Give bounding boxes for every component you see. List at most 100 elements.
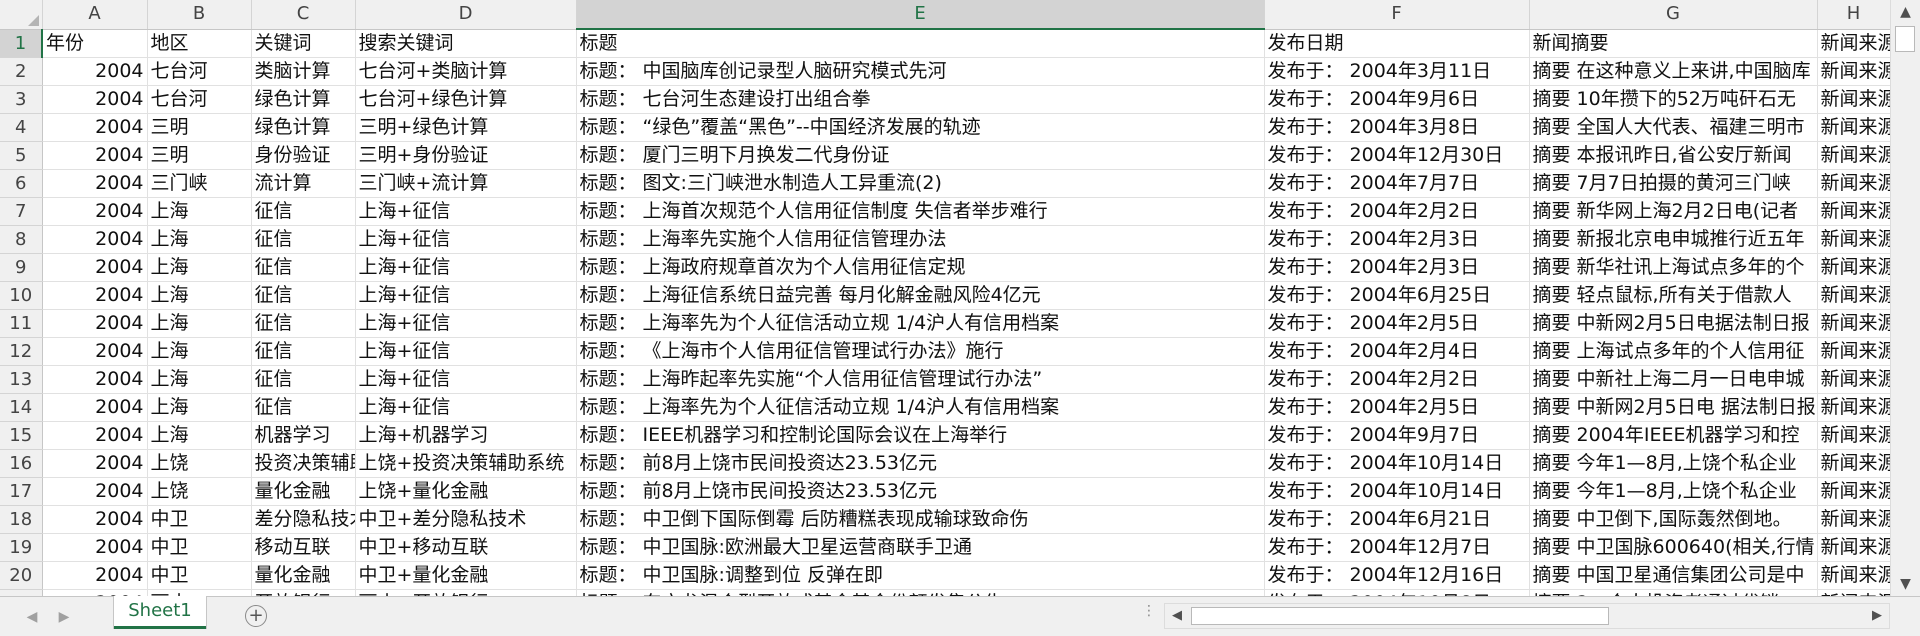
- cell-g[interactable]: 摘要 今年1—8月,上饶个私企业: [1529, 449, 1818, 478]
- cell-h[interactable]: 新闻来源: [1817, 225, 1890, 254]
- cell-f[interactable]: 发布于： 2004年2月5日: [1264, 309, 1530, 338]
- cell-c[interactable]: 征信: [251, 253, 356, 282]
- cell-g[interactable]: 摘要 全国人大代表、福建三明市: [1529, 113, 1818, 142]
- scroll-down-icon[interactable]: ▼: [1891, 572, 1920, 596]
- horizontal-scrollbar[interactable]: ◀ ▶: [1164, 603, 1890, 629]
- cell-a[interactable]: 2004: [42, 57, 148, 86]
- cell-h[interactable]: 新闻来源: [1817, 169, 1890, 198]
- cell-e[interactable]: 标题： 中卫国脉:调整到位 反弹在即: [576, 561, 1265, 590]
- cell-f[interactable]: 发布于： 2004年2月5日: [1264, 393, 1530, 422]
- cell-e[interactable]: 标题： 上海率先为个人征信活动立规 1/4沪人有信用档案: [576, 309, 1265, 338]
- cell-c[interactable]: 征信: [251, 281, 356, 310]
- cell-a[interactable]: 2004: [42, 253, 148, 282]
- cell-h[interactable]: 新闻来源: [1817, 309, 1890, 338]
- cell-h[interactable]: 新闻来源: [1817, 477, 1890, 506]
- cell-b[interactable]: 七台河: [147, 85, 252, 114]
- cell-c[interactable]: 征信: [251, 365, 356, 394]
- column-header-g[interactable]: G: [1529, 0, 1818, 30]
- cell-c[interactable]: 流计算: [251, 169, 356, 198]
- cell-a[interactable]: 2004: [42, 421, 148, 450]
- cell-g[interactable]: 摘要 新华网上海2月2日电(记者: [1529, 197, 1818, 226]
- cell-c[interactable]: 类脑计算: [251, 57, 356, 86]
- cell-d[interactable]: 上海+征信: [355, 337, 577, 366]
- cell-e[interactable]: 标题： 图文:三门峡泄水制造人工异重流(2): [576, 169, 1265, 198]
- cell-d[interactable]: 上海+征信: [355, 365, 577, 394]
- add-sheet-icon[interactable]: +: [245, 605, 267, 627]
- select-all-button[interactable]: [0, 0, 43, 30]
- cell-b[interactable]: 上饶: [147, 477, 252, 506]
- cell-f[interactable]: 发布于： 2004年12月16日: [1264, 561, 1530, 590]
- cell-g[interactable]: 新闻摘要: [1529, 29, 1818, 58]
- cell-d[interactable]: 上海+征信: [355, 225, 577, 254]
- cell-a[interactable]: 2004: [42, 365, 148, 394]
- cell-g[interactable]: 摘要 轻点鼠标,所有关于借款人: [1529, 281, 1818, 310]
- cell-a[interactable]: 2004: [42, 477, 148, 506]
- cell-g[interactable]: 摘要 中卫倒下,国际轰然倒地。: [1529, 505, 1818, 534]
- cell-g[interactable]: 摘要 在这种意义上来讲,中国脑库: [1529, 57, 1818, 86]
- vertical-scrollbar[interactable]: ▲ ▼: [1890, 0, 1920, 596]
- cell-h[interactable]: 新闻来源: [1817, 281, 1890, 310]
- cell-h[interactable]: 新闻来源: [1817, 337, 1890, 366]
- scroll-right-icon[interactable]: ▶: [1865, 604, 1889, 628]
- cell-h[interactable]: 新闻来源: [1817, 505, 1890, 534]
- cell-d[interactable]: 中卫+量化金融: [355, 561, 577, 590]
- scroll-up-icon[interactable]: ▲: [1891, 0, 1920, 24]
- cell-c[interactable]: 量化金融: [251, 477, 356, 506]
- row-header[interactable]: 15: [0, 421, 43, 450]
- scroll-left-icon[interactable]: ◀: [1165, 604, 1189, 628]
- cell-e[interactable]: 标题： “绿色”覆盖“黑色”--中国经济发展的轨迹: [576, 113, 1265, 142]
- row-header[interactable]: 9: [0, 253, 43, 282]
- cell-b[interactable]: 上海: [147, 393, 252, 422]
- cell-c[interactable]: 差分隐私技术: [251, 505, 356, 534]
- cell-d[interactable]: 上海+机器学习: [355, 421, 577, 450]
- cell-h[interactable]: 新闻来源: [1817, 253, 1890, 282]
- cell-h[interactable]: 新闻来源: [1817, 29, 1890, 58]
- cell-c[interactable]: 量化金融: [251, 561, 356, 590]
- cell-b[interactable]: 上海: [147, 253, 252, 282]
- row-header[interactable]: 18: [0, 505, 43, 534]
- cell-e[interactable]: 标题： 上海政府规章首次为个人信用征信定规: [576, 253, 1265, 282]
- tab-prev-icon[interactable]: ◀: [22, 607, 42, 627]
- row-header[interactable]: 8: [0, 225, 43, 254]
- worksheet-grid[interactable]: ABCDEFGH 1 年份 地区 关键词 搜索关键词 标题 发布日期 新闻摘要 新闻来源 2 200…: [0, 0, 1890, 596]
- column-header-c[interactable]: C: [251, 0, 356, 30]
- row-header[interactable]: 4: [0, 113, 43, 142]
- cell-f[interactable]: 发布于： 2004年2月2日: [1264, 365, 1530, 394]
- row-header[interactable]: 6: [0, 169, 43, 198]
- cell-h[interactable]: 新闻来源: [1817, 85, 1890, 114]
- column-header-f[interactable]: F: [1264, 0, 1530, 30]
- cell-f[interactable]: 发布于： 2004年10月14日: [1264, 449, 1530, 478]
- cell-g[interactable]: 摘要 中新网2月5日电 据法制日报: [1529, 393, 1818, 422]
- cell-c[interactable]: 征信: [251, 309, 356, 338]
- cell-h[interactable]: 新闻来源: [1817, 533, 1890, 562]
- row-header[interactable]: 5: [0, 141, 43, 170]
- cell-e[interactable]: 标题： 中卫倒下国际倒霉 后防糟糕表现成输球致命伤: [576, 505, 1265, 534]
- cell-d[interactable]: 上海+征信: [355, 197, 577, 226]
- cell-b[interactable]: 上海: [147, 365, 252, 394]
- cell-g[interactable]: 摘要 2004年IEEE机器学习和控: [1529, 421, 1818, 450]
- cell-c[interactable]: 绿色计算: [251, 85, 356, 114]
- cell-d[interactable]: 三明+绿色计算: [355, 113, 577, 142]
- cell-a[interactable]: 2004: [42, 225, 148, 254]
- cell-g[interactable]: 摘要 10年攒下的52万吨矸石无: [1529, 85, 1818, 114]
- cell-a[interactable]: 2004: [42, 141, 148, 170]
- cell-a[interactable]: 2004: [42, 337, 148, 366]
- cell-c[interactable]: 身份验证: [251, 141, 356, 170]
- cell-c[interactable]: 征信: [251, 337, 356, 366]
- cell-e[interactable]: 标题： 中卫国脉:欧洲最大卫星运营商联手卫通: [576, 533, 1265, 562]
- cell-h[interactable]: 新闻来源: [1817, 393, 1890, 422]
- cell-c[interactable]: 征信: [251, 225, 356, 254]
- cell-g[interactable]: 摘要 上海试点多年的个人信用征: [1529, 337, 1818, 366]
- cell-f[interactable]: 发布于： 2004年9月7日: [1264, 421, 1530, 450]
- cell-d[interactable]: 三明+身份验证: [355, 141, 577, 170]
- row-header[interactable]: 7: [0, 197, 43, 226]
- cell-g[interactable]: 摘要 中卫国脉600640(相关,行情: [1529, 533, 1818, 562]
- cell-b[interactable]: 三明: [147, 113, 252, 142]
- cell-f[interactable]: 发布于： 2004年2月3日: [1264, 253, 1530, 282]
- cell-e[interactable]: 标题： 上海首次规范个人信用征信制度 失信者举步难行: [576, 197, 1265, 226]
- cell-e[interactable]: 标题： 上海征信系统日益完善 每月化解金融风险4亿元: [576, 281, 1265, 310]
- cell-f[interactable]: 发布于： 2004年3月11日: [1264, 57, 1530, 86]
- row-header[interactable]: 20: [0, 561, 43, 590]
- cell-a[interactable]: 2004: [42, 393, 148, 422]
- cell-a[interactable]: 2004: [42, 309, 148, 338]
